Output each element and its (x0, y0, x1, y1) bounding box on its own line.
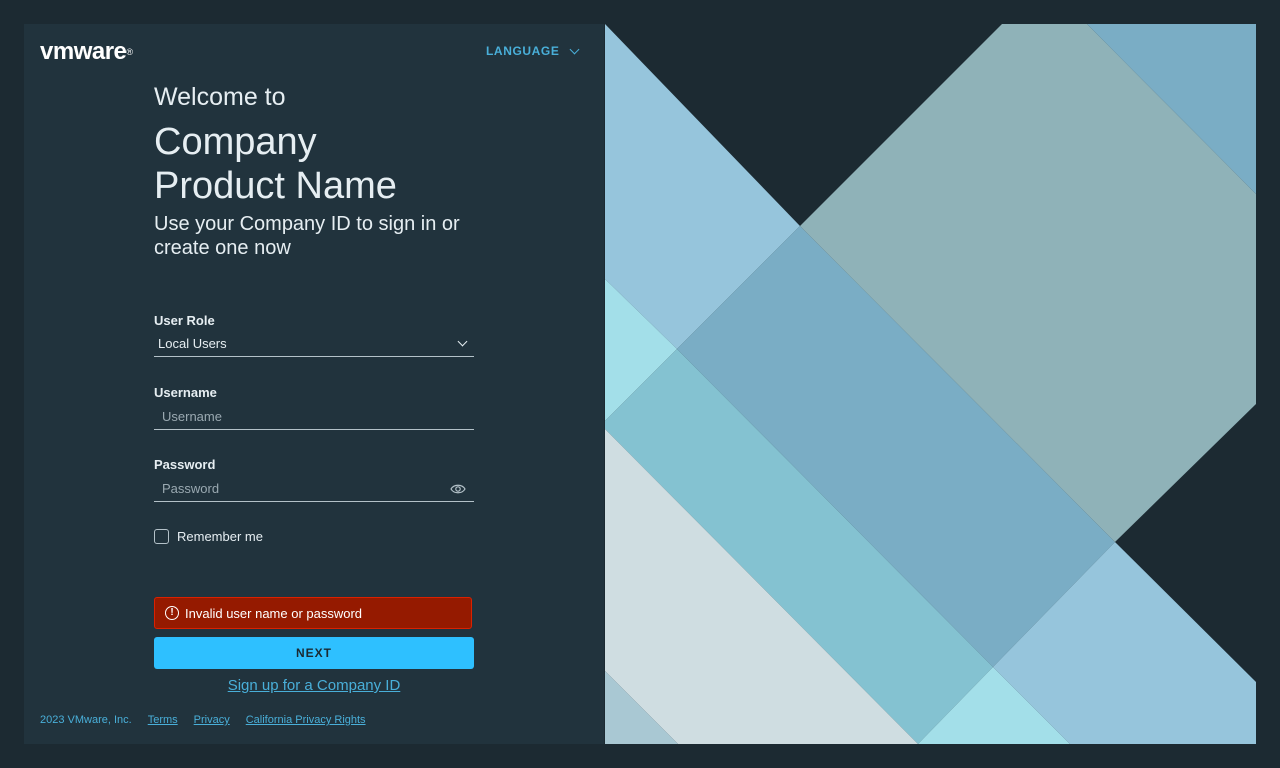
error-alert: ! Invalid user name or password (154, 597, 472, 629)
user-role-select[interactable]: Local Users (154, 332, 474, 357)
password-label: Password (154, 457, 216, 472)
product-name-line1: Company (154, 121, 317, 163)
logo-text: vmware (40, 38, 127, 65)
chevron-down-icon (570, 44, 580, 54)
product-name: Company Product Name (154, 120, 474, 208)
username-field-wrapper (154, 405, 474, 430)
footer: 2023 VMware, Inc. Terms Privacy Californ… (40, 714, 366, 726)
next-button[interactable]: NEXT (154, 637, 474, 669)
privacy-link[interactable]: Privacy (194, 714, 230, 726)
password-field-wrapper (154, 477, 474, 502)
signup-link[interactable]: Sign up for a Company ID (154, 677, 474, 694)
language-label: LANGUAGE (486, 44, 560, 58)
vmware-logo: vmware® (40, 40, 133, 64)
user-role-label: User Role (154, 313, 215, 328)
login-panel: vmware® LANGUAGE Welcome to Company Prod… (24, 24, 604, 744)
welcome-text: Welcome to (154, 83, 286, 111)
logo-registered-mark: ® (126, 47, 133, 57)
terms-link[interactable]: Terms (148, 714, 178, 726)
password-input[interactable] (154, 477, 450, 499)
decorative-artwork (605, 24, 1256, 744)
exclamation-circle-icon: ! (165, 606, 179, 620)
subtitle: Use your Company ID to sign in or create… (154, 213, 460, 259)
copyright: 2023 VMware, Inc. (40, 714, 132, 726)
error-message: Invalid user name or password (185, 605, 363, 621)
remember-me[interactable]: Remember me (154, 529, 263, 544)
user-role-value: Local Users (158, 336, 227, 351)
chevron-down-icon (457, 336, 468, 347)
remember-me-label: Remember me (177, 529, 263, 544)
username-input[interactable] (154, 405, 450, 427)
username-label: Username (154, 385, 217, 400)
california-privacy-link[interactable]: California Privacy Rights (246, 714, 366, 726)
language-selector[interactable]: LANGUAGE (486, 44, 580, 58)
remember-me-checkbox[interactable] (154, 529, 169, 544)
eye-icon[interactable] (450, 483, 466, 495)
product-name-line2: Product Name (154, 165, 397, 207)
